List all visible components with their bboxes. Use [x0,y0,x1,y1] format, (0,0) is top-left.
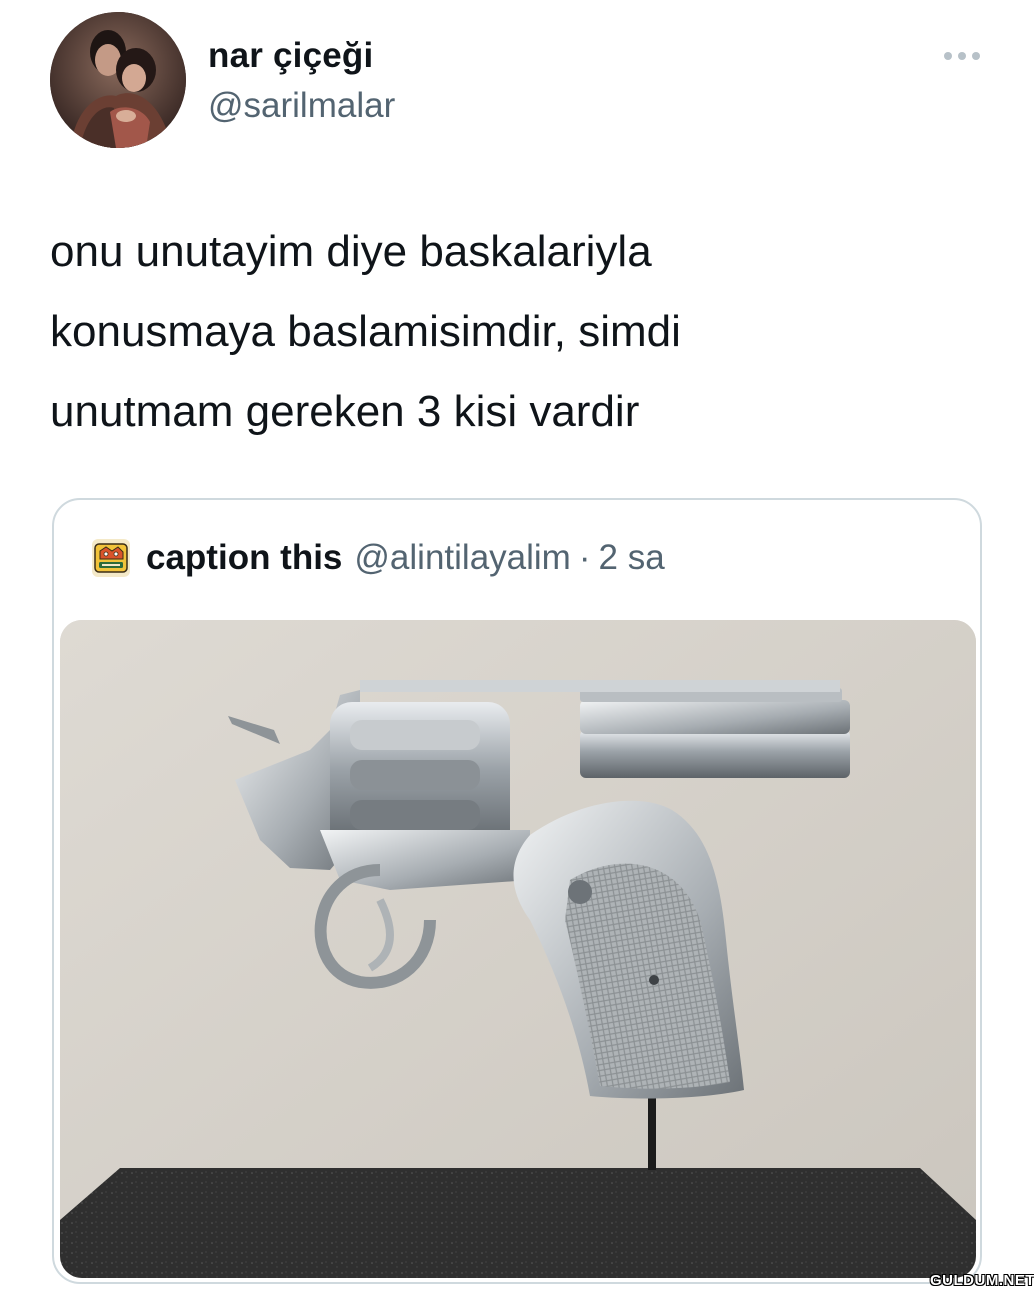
quoted-tweet-card[interactable]: caption this @alintilayalim · 2 sa [52,498,982,1284]
ellipsis-icon [944,52,980,60]
quoted-timestamp[interactable]: 2 sa [599,538,665,578]
separator-dot: · [578,538,591,577]
avatar[interactable] [50,12,186,148]
quoted-avatar-icon[interactable] [92,539,130,577]
more-options-button[interactable] [936,36,988,76]
tweet-text-line: onu unutayim diye baskalariyla [50,227,652,276]
revolver-photo-icon [60,620,976,1278]
quoted-tweet-media[interactable] [60,620,976,1278]
tweet-text: onu unutayim diye baskalariyla konusmaya… [50,212,970,452]
tweet-text-line: konusmaya baslamisimdir, simdi [50,307,681,356]
user-handle[interactable]: @sarilmalar [208,86,395,126]
quoted-display-name[interactable]: caption this [146,538,342,578]
display-name[interactable]: nar çiçeği [208,36,373,76]
quoted-handle[interactable]: @alintilayalim [354,538,570,578]
watermark: GULDUM.NET [930,1272,1034,1289]
profile-photo-icon [50,12,186,148]
tweet-text-line: unutmam gereken 3 kisi vardir [50,387,640,436]
quoted-tweet-header: caption this @alintilayalim · 2 sa [92,536,665,580]
